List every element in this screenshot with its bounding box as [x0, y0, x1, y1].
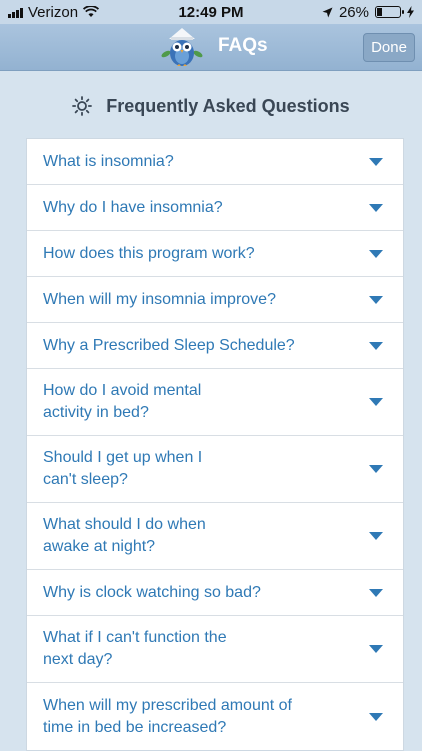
nav-title: FAQs — [218, 35, 268, 56]
status-left: Verizon — [8, 3, 100, 21]
faq-list: What is insomnia? Why do I have insomnia… — [26, 138, 404, 751]
faq-item-what-is-insomnia[interactable]: What is insomnia? — [27, 139, 403, 185]
nav-bar: FAQs Done — [0, 24, 422, 71]
done-button[interactable]: Done — [363, 33, 415, 62]
chevron-down-icon — [369, 645, 383, 653]
faq-item-clock-watching[interactable]: Why is clock watching so bad? — [27, 570, 403, 616]
chevron-down-icon — [369, 295, 383, 304]
faq-item-awake-at-night[interactable]: What should I do when awake at night? — [27, 503, 403, 570]
signal-icon — [8, 6, 23, 18]
wifi-icon — [83, 6, 100, 17]
faq-question: When will my insomnia improve? — [43, 290, 276, 308]
chevron-down-icon — [369, 157, 383, 166]
page-title: Frequently Asked Questions — [106, 95, 350, 116]
faq-question: What should I do when awake at night? — [43, 516, 206, 555]
faq-header: Frequently Asked Questions — [0, 91, 422, 121]
chevron-down-icon — [369, 712, 383, 721]
faq-question: How do I avoid mental activity in bed? — [43, 382, 202, 421]
faq-item-why-insomnia[interactable]: Why do I have insomnia? — [27, 185, 403, 231]
charging-bolt-icon — [407, 6, 414, 18]
faq-question: Should I get up when I can't sleep? — [43, 449, 203, 488]
faq-question: Why a Prescribed Sleep Schedule? — [43, 336, 295, 354]
chevron-down-icon — [369, 203, 383, 212]
battery-percent: 26% — [338, 3, 369, 21]
carrier-label: Verizon — [28, 3, 79, 21]
faq-question: What is insomnia? — [43, 152, 174, 170]
faq-question: What if I can't function the next day? — [43, 629, 227, 668]
status-right: 26% — [322, 4, 414, 21]
chevron-down-icon — [369, 532, 383, 540]
faq-content: Frequently Asked Questions What is insom… — [0, 71, 422, 751]
faq-item-when-improve[interactable]: When will my insomnia improve? — [27, 277, 403, 323]
location-arrow-icon — [322, 7, 333, 17]
faq-item-prescribed-schedule[interactable]: Why a Prescribed Sleep Schedule? — [27, 323, 403, 369]
faq-question: When will my prescribed amount of time i… — [43, 696, 292, 736]
status-bar: Verizon 12:49 PM 26% — [0, 0, 422, 24]
chevron-down-icon — [369, 398, 383, 406]
owl-logo-icon — [161, 28, 203, 66]
battery-icon — [375, 6, 404, 18]
faq-item-mental-activity[interactable]: How do I avoid mental activity in bed? — [27, 369, 403, 436]
faq-item-cant-function[interactable]: What if I can't function the next day? — [27, 616, 403, 683]
chevron-down-icon — [369, 588, 383, 597]
sun-icon — [72, 96, 93, 116]
faq-item-get-up[interactable]: Should I get up when I can't sleep? — [27, 436, 403, 503]
chevron-down-icon — [369, 465, 383, 473]
faq-question: Why is clock watching so bad? — [43, 583, 261, 601]
faq-question: Why do I have insomnia? — [43, 198, 223, 216]
chevron-down-icon — [369, 249, 383, 258]
chevron-down-icon — [369, 341, 383, 350]
faq-item-how-program-works[interactable]: How does this program work? — [27, 231, 403, 277]
faq-question: How does this program work? — [43, 244, 255, 262]
faq-item-time-in-bed[interactable]: When will my prescribed amount of time i… — [27, 683, 403, 750]
